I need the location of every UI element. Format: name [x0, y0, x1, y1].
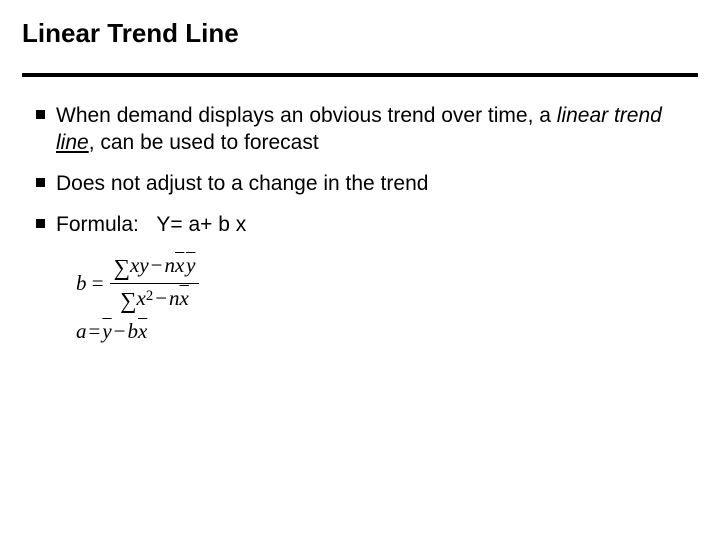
a-xbar: x [138, 319, 147, 343]
num-n: n [165, 253, 176, 277]
den-xbar: x [180, 286, 189, 310]
num-xy: xy [130, 253, 149, 277]
bullet-list: When demand displays an obvious trend ov… [22, 103, 698, 239]
b-lhs: b [76, 271, 87, 295]
den-minus: − [153, 286, 169, 310]
bullet-item-3: Formula: Y= a+ b x [30, 212, 690, 239]
a-equals: = [87, 319, 103, 343]
formula-a: a=y−bx [76, 319, 698, 344]
b-denominator: ∑x2−nx [110, 283, 200, 314]
num-ybar: y [186, 253, 195, 277]
sigma-icon-2: ∑ [120, 288, 136, 314]
a-lhs: a [76, 319, 87, 343]
b1-pre: When demand displays an obvious trend ov… [56, 104, 557, 127]
sigma-icon-1: ∑ [114, 255, 130, 281]
a-minus: − [112, 319, 128, 343]
b-numerator: ∑xy−nx y [110, 253, 200, 283]
num-xbar: x [175, 253, 184, 277]
a-ybar: y [102, 319, 111, 343]
bullet-item-2: Does not adjust to a change in the trend [30, 171, 690, 198]
den-x: x [137, 286, 146, 310]
b3-label: Formula: [56, 213, 139, 236]
slide: Linear Trend Line When demand displays a… [0, 0, 720, 540]
b1-post: , can be used to forecast [89, 131, 319, 154]
b3-eq: Y= a+ b x [156, 213, 246, 236]
b-fraction: ∑xy−nx y ∑x2−nx [110, 253, 200, 314]
slide-title: Linear Trend Line [22, 18, 698, 49]
a-b: b [128, 319, 139, 343]
den-n: n [169, 286, 180, 310]
formula-block: b = ∑xy−nx y ∑x2−nx a=y−bx [76, 253, 698, 344]
b1-italic-a: linear trend [557, 104, 662, 127]
formula-b: b = ∑xy−nx y ∑x2−nx [76, 253, 698, 314]
b1-italic-underline: line [56, 131, 89, 154]
bullet-item-1: When demand displays an obvious trend ov… [30, 103, 690, 157]
b-equals: = [92, 271, 104, 295]
title-divider [22, 73, 698, 77]
num-minus: − [149, 253, 165, 277]
